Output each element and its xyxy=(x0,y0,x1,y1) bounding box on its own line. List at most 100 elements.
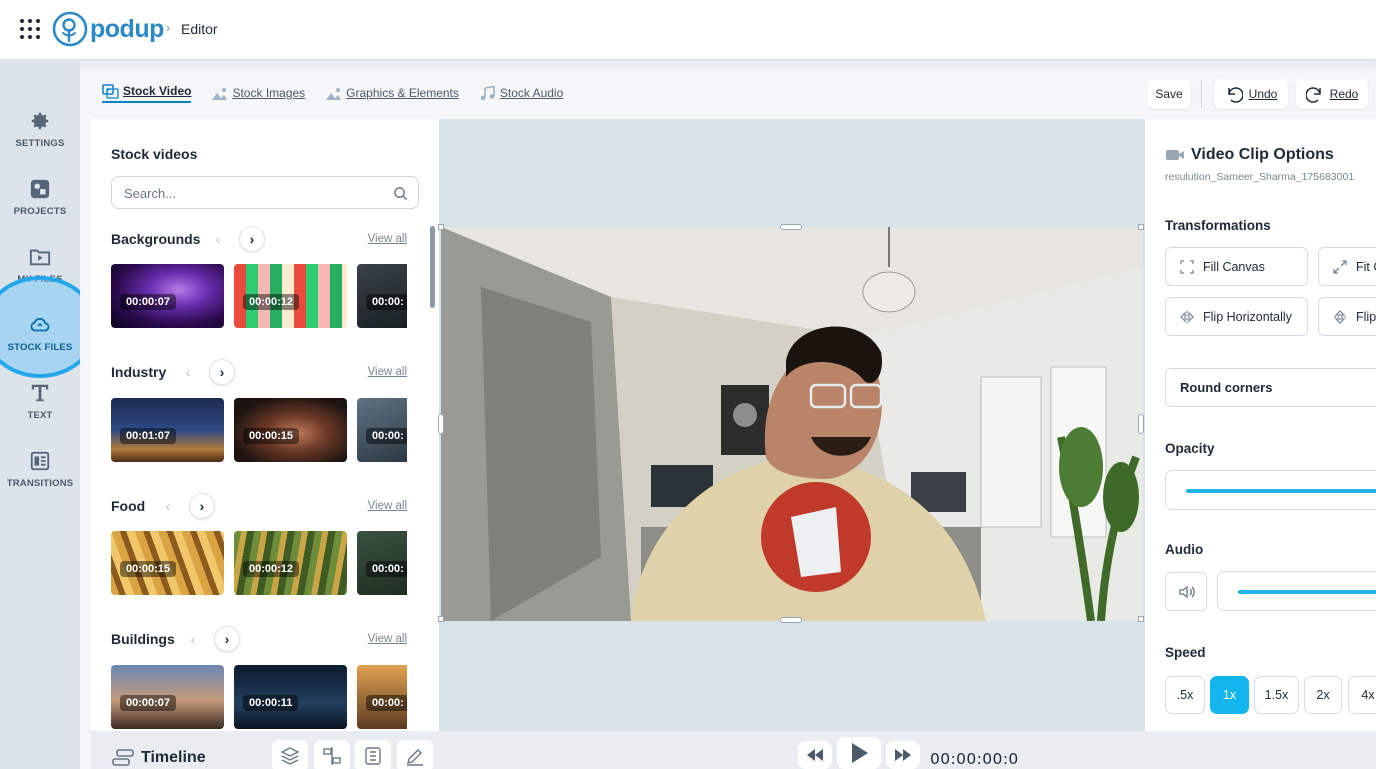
search-input[interactable] xyxy=(124,184,384,202)
rewind-button[interactable] xyxy=(798,741,832,769)
edit-tool-button[interactable] xyxy=(397,740,433,769)
opacity-slider[interactable] xyxy=(1165,470,1376,510)
prev-arrow-icon[interactable]: ‹ xyxy=(205,226,231,252)
button-label: Flip Horizontally xyxy=(1203,309,1292,324)
duration-badge: 00:00:15 xyxy=(243,428,300,444)
image-icon xyxy=(212,87,228,100)
tab-graphics-elements[interactable]: Graphics & Elements xyxy=(325,86,459,101)
next-arrow-icon[interactable]: › xyxy=(239,226,265,252)
stock-video-thumb[interactable]: 00:00:15 xyxy=(234,398,347,462)
panel-scrollbar[interactable] xyxy=(430,226,435,308)
next-arrow-icon[interactable]: › xyxy=(209,359,235,385)
category-header-food: Food ‹ › View all xyxy=(111,492,407,520)
stock-video-thumb[interactable]: 00:00: xyxy=(357,665,407,729)
fit-canvas-button[interactable]: Fit C xyxy=(1318,247,1376,286)
resize-handle[interactable] xyxy=(438,224,444,230)
prev-arrow-icon[interactable]: ‹ xyxy=(175,359,201,385)
stock-video-thumb[interactable]: 00:00: xyxy=(357,398,407,462)
duration-badge: 00:00:15 xyxy=(120,561,177,577)
undo-button[interactable]: Undo xyxy=(1214,79,1288,109)
prev-arrow-icon[interactable]: ‹ xyxy=(155,493,181,519)
graphics-icon xyxy=(326,87,342,100)
undo-icon xyxy=(1227,87,1243,103)
resize-handle[interactable] xyxy=(780,617,802,623)
stock-video-thumb[interactable]: 00:00:07 xyxy=(111,665,224,729)
duration-badge: 00:00: xyxy=(366,294,407,310)
tab-stock-images[interactable]: Stock Images xyxy=(211,86,305,101)
speed-1x-button[interactable]: 1x xyxy=(1210,676,1249,714)
duration-badge: 00:00: xyxy=(366,428,407,444)
redo-button[interactable]: Redo xyxy=(1296,79,1368,109)
split-icon xyxy=(323,747,341,765)
stock-video-thumb[interactable]: 00:00: xyxy=(357,264,407,328)
rail-item-settings[interactable]: SETTINGS xyxy=(0,108,80,168)
toolbar-divider xyxy=(1201,80,1202,108)
speed-1-5x-button[interactable]: 1.5x xyxy=(1254,676,1299,714)
rail-item-stock-files[interactable]: STOCK FILES xyxy=(0,312,80,372)
thumb-row-backgrounds: 00:00:07 00:00:12 00:00: xyxy=(111,264,407,328)
resize-handle[interactable] xyxy=(438,616,444,622)
resize-handle[interactable] xyxy=(1138,224,1144,230)
round-corners-toggle[interactable]: Round corners xyxy=(1165,368,1376,407)
stock-video-thumb[interactable]: 00:00:12 xyxy=(234,531,347,595)
flip-horizontally-button[interactable]: Flip Horizontally xyxy=(1165,297,1308,336)
resize-handle[interactable] xyxy=(780,224,802,230)
view-all-link[interactable]: View all xyxy=(368,500,407,512)
trim-tool-button[interactable] xyxy=(355,740,391,769)
stock-video-thumb[interactable]: 00:00:15 xyxy=(111,531,224,595)
stock-video-thumb[interactable]: 00:00:07 xyxy=(111,264,224,328)
opacity-label: Opacity xyxy=(1165,441,1215,456)
search-icon[interactable] xyxy=(393,186,408,201)
audio-volume-slider[interactable] xyxy=(1217,571,1376,611)
gear-icon xyxy=(31,112,49,130)
video-clip-preview[interactable] xyxy=(441,227,1143,621)
stock-video-thumb[interactable]: 00:00:11 xyxy=(234,665,347,729)
stock-video-thumb[interactable]: 00:00: xyxy=(357,531,407,595)
rail-item-text[interactable]: TEXT xyxy=(0,380,80,440)
flip-vertical-icon xyxy=(1334,309,1346,324)
layers-tool-button[interactable] xyxy=(272,740,308,769)
resize-handle[interactable] xyxy=(1138,616,1144,622)
brand-logo[interactable]: podup xyxy=(52,11,164,47)
search-field[interactable] xyxy=(111,176,419,209)
resize-handle[interactable] xyxy=(1138,414,1144,434)
rail-item-projects[interactable]: PROJECTS xyxy=(0,176,80,236)
view-all-link[interactable]: View all xyxy=(368,233,407,245)
tab-stock-audio[interactable]: Stock Audio xyxy=(479,85,564,101)
next-arrow-icon[interactable]: › xyxy=(214,626,240,652)
left-rail: SETTINGS PROJECTS MY FILES TEXT TRANSITI… xyxy=(0,59,98,769)
play-icon xyxy=(852,743,868,763)
prev-arrow-icon[interactable]: ‹ xyxy=(180,626,206,652)
view-all-link[interactable]: View all xyxy=(368,633,407,645)
play-button[interactable] xyxy=(837,737,881,769)
next-arrow-icon[interactable]: › xyxy=(189,493,215,519)
duration-badge: 00:01:07 xyxy=(120,428,177,444)
button-label: Flip xyxy=(1356,309,1376,324)
flip-vertically-button[interactable]: Flip xyxy=(1318,297,1376,336)
fast-forward-button[interactable] xyxy=(886,741,920,769)
fill-canvas-button[interactable]: Fill Canvas xyxy=(1165,247,1308,286)
duration-badge: 00:00:07 xyxy=(120,294,177,310)
fit-canvas-icon xyxy=(1333,259,1347,274)
text-icon xyxy=(31,384,49,402)
split-tool-button[interactable] xyxy=(314,740,350,769)
apps-grid-icon[interactable] xyxy=(20,19,40,39)
fill-canvas-icon xyxy=(1180,259,1194,274)
breadcrumb-current: Editor xyxy=(181,21,218,37)
save-button[interactable]: Save xyxy=(1147,79,1191,109)
rail-item-transitions[interactable]: TRANSITIONS xyxy=(0,448,80,508)
rail-label: TEXT xyxy=(27,410,53,421)
resize-handle[interactable] xyxy=(438,414,444,434)
stock-video-thumb[interactable]: 00:01:07 xyxy=(111,398,224,462)
speed-0-5x-button[interactable]: .5x xyxy=(1165,676,1205,714)
view-all-link[interactable]: View all xyxy=(368,366,407,378)
tab-stock-video[interactable]: Stock Video xyxy=(102,83,192,103)
volume-toggle-button[interactable] xyxy=(1165,572,1207,611)
video-frame-image xyxy=(441,227,1143,621)
tab-label: Stock Audio xyxy=(499,86,564,100)
rail-label: SETTINGS xyxy=(15,138,65,149)
stock-video-thumb[interactable]: 00:00:12 xyxy=(234,264,347,328)
speed-4x-button[interactable]: 4x xyxy=(1348,676,1376,714)
speed-2x-button[interactable]: 2x xyxy=(1304,676,1342,714)
video-library-icon xyxy=(102,83,119,99)
